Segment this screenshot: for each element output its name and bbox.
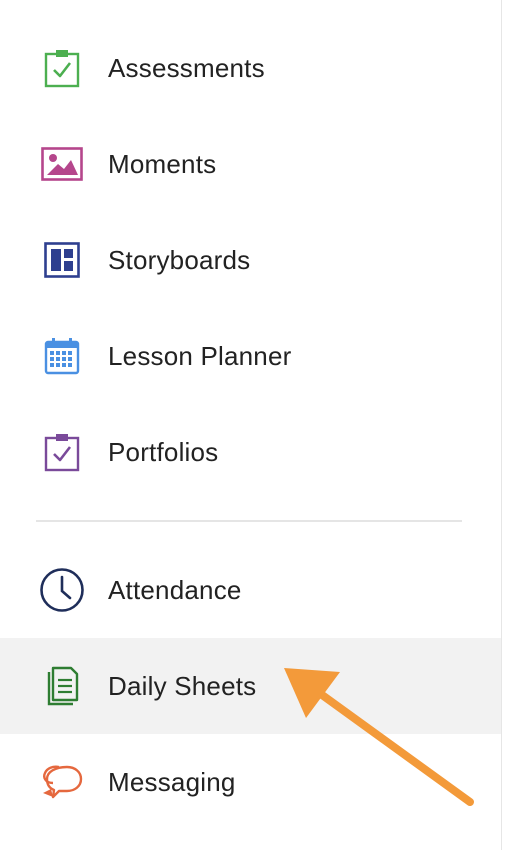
sidebar-item-attendance[interactable]: Attendance: [0, 542, 501, 638]
sidebar-nav: Assessments Moments Storyboards Lesson P…: [0, 0, 502, 850]
chat-bubbles-icon: [38, 758, 86, 806]
section-divider: [36, 520, 462, 522]
sidebar-item-storyboards[interactable]: Storyboards: [0, 212, 501, 308]
sidebar-item-label: Attendance: [108, 574, 242, 605]
sidebar-item-portfolios[interactable]: Portfolios: [0, 404, 501, 500]
sidebar-item-daily-sheets[interactable]: Daily Sheets: [0, 638, 501, 734]
sidebar-item-label: Moments: [108, 148, 217, 179]
sidebar-item-moments[interactable]: Moments: [0, 116, 501, 212]
calendar-icon: [38, 332, 86, 380]
sidebar-item-label: Daily Sheets: [108, 670, 257, 701]
sidebar-item-label: Portfolios: [108, 436, 219, 467]
sidebar-item-messaging[interactable]: Messaging: [0, 734, 501, 830]
sidebar-item-label: Assessments: [108, 52, 265, 83]
sidebar-item-label: Storyboards: [108, 244, 251, 275]
document-stack-icon: [38, 662, 86, 710]
clock-icon: [38, 566, 86, 614]
sidebar-item-lesson-planner[interactable]: Lesson Planner: [0, 308, 501, 404]
clipboard-check-icon: [38, 44, 86, 92]
sidebar-item-label: Lesson Planner: [108, 340, 292, 371]
clipboard-check-icon: [38, 428, 86, 476]
sidebar-item-assessments[interactable]: Assessments: [0, 20, 501, 116]
layout-board-icon: [38, 236, 86, 284]
image-icon: [38, 140, 86, 188]
sidebar-item-label: Messaging: [108, 766, 236, 797]
